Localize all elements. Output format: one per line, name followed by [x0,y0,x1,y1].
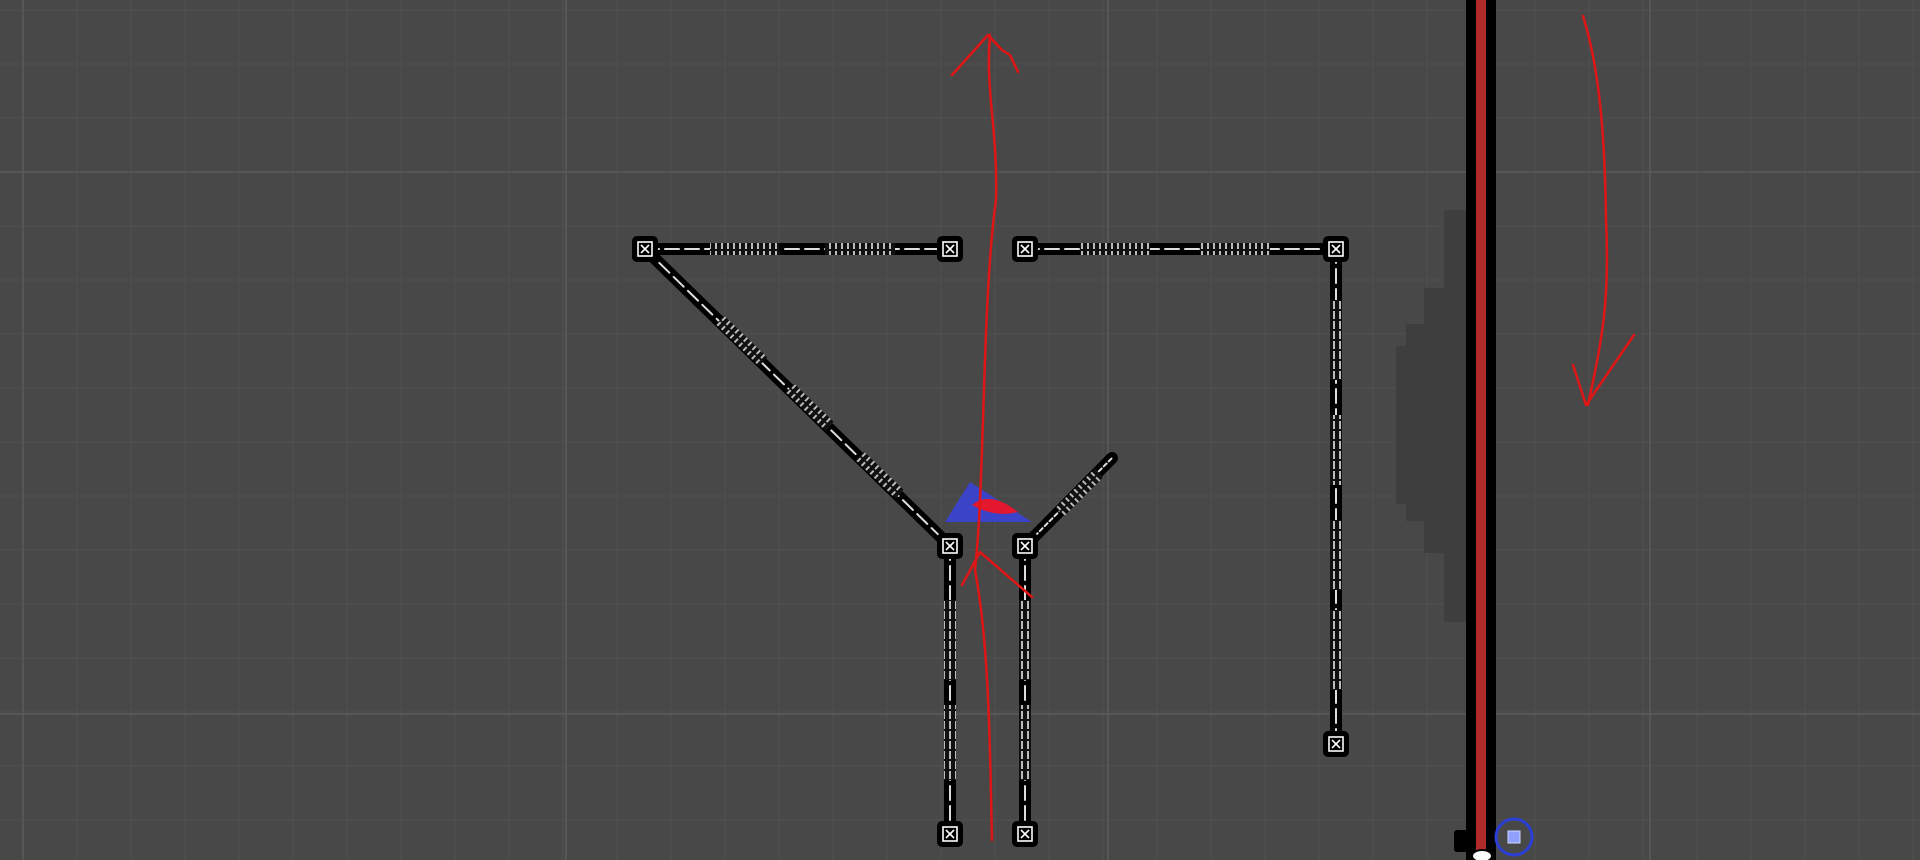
arrow-up-shaft [973,33,998,842]
rail-shadow [1396,210,1472,622]
vertical-rail[interactable] [1466,0,1496,860]
anchor-node-icon[interactable] [632,236,658,262]
anchor-node-icon[interactable] [1323,731,1349,757]
arrow-up-head [950,33,1020,77]
anchor-node-icon[interactable] [1323,236,1349,262]
selection-gizmo[interactable] [1494,817,1534,857]
scene-viewport[interactable] [0,0,1920,860]
anchor-node-icon[interactable] [1012,533,1038,559]
anchor-node-icon[interactable] [937,533,963,559]
anchor-node-icon[interactable] [1012,821,1038,847]
arrow-down-head [1571,333,1636,407]
annotation-arrows [950,14,1636,842]
anchor-node-icon[interactable] [1012,236,1038,262]
scene-grid [0,0,1920,860]
player-character[interactable] [945,482,1032,522]
scene-canvas[interactable] [0,0,1920,860]
anchor-node-icon[interactable] [937,821,963,847]
arrow-down-shaft [1581,14,1609,407]
anchor-node-icon[interactable] [937,236,963,262]
